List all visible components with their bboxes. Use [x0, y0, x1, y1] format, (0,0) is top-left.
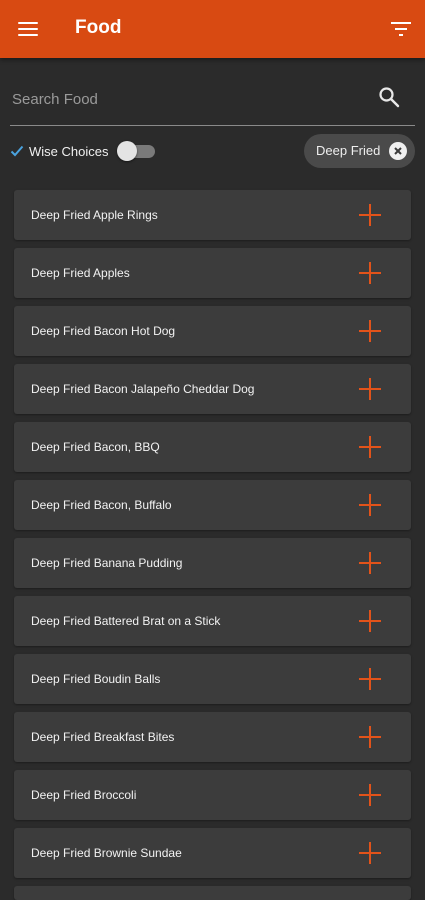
filter-icon[interactable] [389, 18, 413, 40]
toggle-thumb [117, 141, 137, 161]
add-icon[interactable] [359, 552, 381, 574]
food-name: Deep Fried Bacon Hot Dog [31, 324, 176, 338]
food-list-item[interactable]: Deep Fried Bacon Hot Dog [14, 306, 411, 356]
food-name: Deep Fried Brownie Sundae [31, 846, 182, 860]
wise-choices-toggle[interactable] [117, 141, 157, 161]
add-icon[interactable] [359, 436, 381, 458]
food-list-item[interactable]: Deep Fried Bacon Jalapeño Cheddar Dog [14, 364, 411, 414]
wise-choices-filter: Wise Choices [10, 140, 108, 162]
add-icon[interactable] [359, 784, 381, 806]
food-list-item[interactable]: Deep Fried Broccoli [14, 770, 411, 820]
food-list-item[interactable]: Deep Fried Apples [14, 248, 411, 298]
add-icon[interactable] [359, 494, 381, 516]
food-name: Deep Fried Bacon, BBQ [31, 440, 160, 454]
food-name: Deep Fried Breakfast Bites [31, 730, 175, 744]
search-bar [10, 77, 415, 126]
food-list-item[interactable]: Deep Fried Banana Pudding [14, 538, 411, 588]
food-name: Deep Fried Bacon, Buffalo [31, 498, 172, 512]
hamburger-menu-icon[interactable] [18, 19, 40, 39]
app-bar: Food [0, 0, 425, 58]
food-name: Deep Fried Apples [31, 266, 130, 280]
add-icon[interactable] [359, 262, 381, 284]
food-list-item[interactable]: Deep Fried Apple Rings [14, 190, 411, 240]
food-name: Deep Fried Apple Rings [31, 208, 158, 222]
food-list-item[interactable]: Deep Fried Bacon, Buffalo [14, 480, 411, 530]
search-input[interactable] [10, 83, 354, 115]
food-name: Deep Fried Bacon Jalapeño Cheddar Dog [31, 382, 255, 396]
deep-fried-filter-chip[interactable]: Deep Fried [304, 134, 415, 168]
food-list-item[interactable]: Deep Fried Breakfast Bites [14, 712, 411, 762]
food-name: Deep Fried Broccoli [31, 788, 137, 802]
food-list-item[interactable]: Deep Fried Brownie Sundae [14, 828, 411, 878]
add-icon[interactable] [359, 204, 381, 226]
add-icon[interactable] [359, 668, 381, 690]
wise-choices-label: Wise Choices [29, 143, 109, 159]
food-list-item[interactable]: Deep Fried Bacon, BBQ [14, 422, 411, 472]
add-icon[interactable] [359, 726, 381, 748]
add-icon[interactable] [359, 320, 381, 342]
chip-label: Deep Fried [316, 143, 381, 158]
checkmark-icon [10, 145, 24, 157]
food-list-item-partial[interactable] [14, 886, 411, 900]
search-icon[interactable] [377, 85, 401, 109]
food-name: Deep Fried Boudin Balls [31, 672, 161, 686]
close-icon[interactable] [389, 142, 407, 160]
food-list-item[interactable]: Deep Fried Battered Brat on a Stick [14, 596, 411, 646]
food-list-item[interactable]: Deep Fried Boudin Balls [14, 654, 411, 704]
food-name: Deep Fried Banana Pudding [31, 556, 183, 570]
food-name: Deep Fried Battered Brat on a Stick [31, 614, 221, 628]
add-icon[interactable] [359, 378, 381, 400]
add-icon[interactable] [359, 610, 381, 632]
page-title: Food [75, 17, 122, 38]
add-icon[interactable] [359, 842, 381, 864]
